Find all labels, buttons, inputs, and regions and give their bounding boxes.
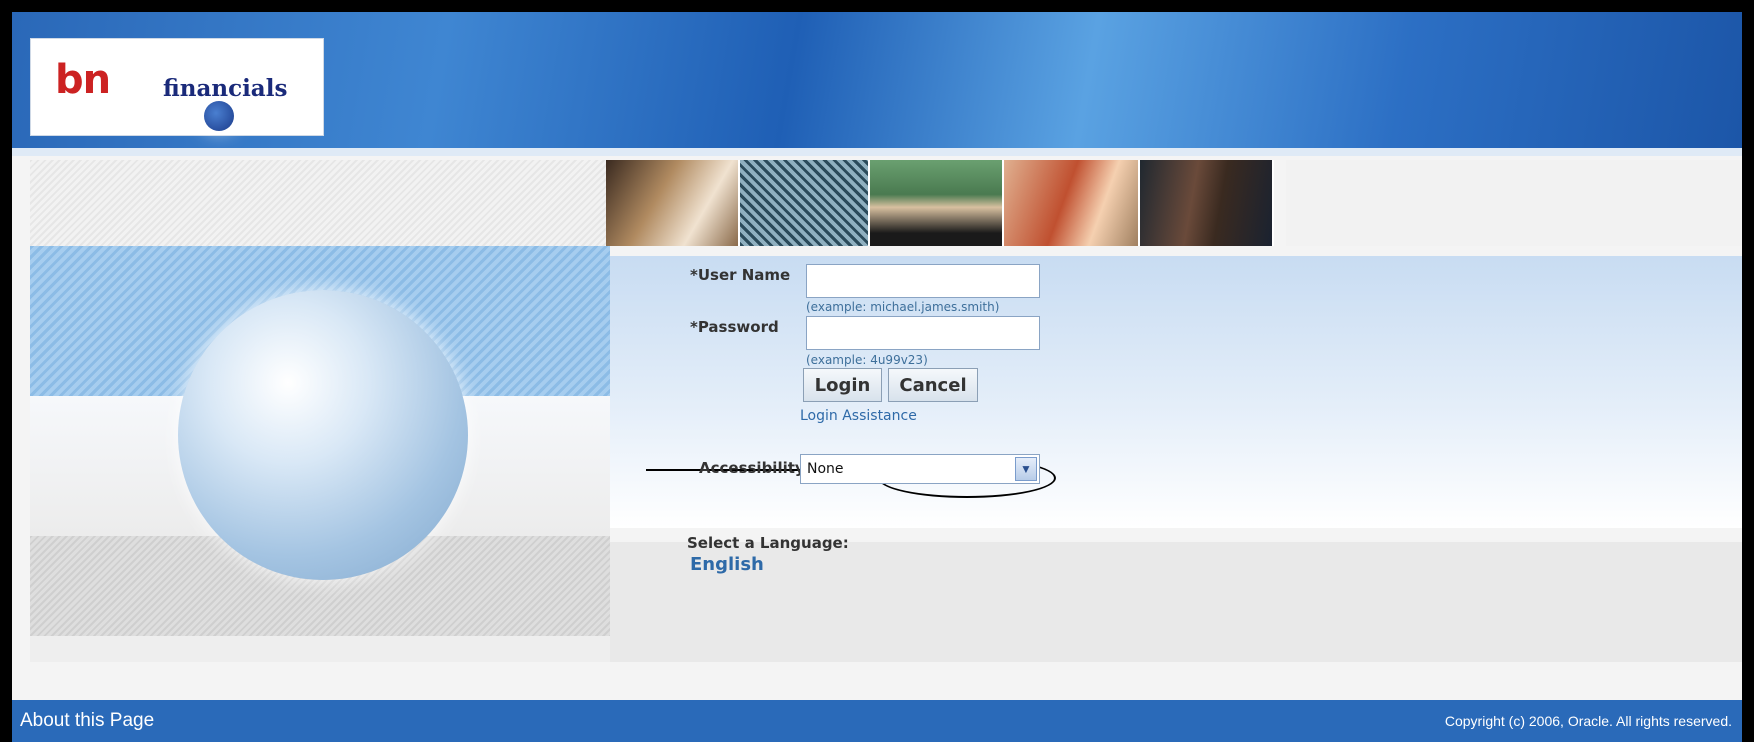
logo-globe-icon bbox=[204, 101, 234, 131]
chevron-down-icon[interactable]: ▼ bbox=[1015, 457, 1037, 481]
band-right bbox=[1286, 160, 1742, 246]
copyright-text: Copyright (c) 2006, Oracle. All rights r… bbox=[1444, 713, 1732, 729]
about-page-link[interactable]: About this Page bbox=[20, 710, 154, 732]
page-container: bn financials *User Name (example: micha… bbox=[12, 12, 1742, 742]
username-input[interactable] bbox=[806, 264, 1040, 298]
photo-woman-headset bbox=[1004, 160, 1140, 246]
photo-strip bbox=[606, 160, 1286, 246]
select-language-label: Select a Language: bbox=[687, 534, 849, 552]
username-hint: (example: michael.james.smith) bbox=[806, 300, 1000, 314]
header-divider bbox=[12, 148, 1742, 156]
password-input[interactable] bbox=[806, 316, 1040, 350]
accessibility-label: Accessibility bbox=[699, 459, 805, 477]
logo-letter-b: b bbox=[55, 57, 84, 103]
cancel-button[interactable]: Cancel bbox=[888, 368, 978, 402]
logo-text: financials bbox=[163, 75, 288, 102]
accessibility-selected-value: None bbox=[807, 461, 844, 477]
login-button[interactable]: Login bbox=[803, 368, 882, 402]
hatch-band-left bbox=[30, 160, 610, 246]
photo-business-people bbox=[606, 160, 740, 246]
company-logo: bn financials bbox=[30, 38, 324, 136]
photo-transmission-tower bbox=[740, 160, 870, 246]
globe-image bbox=[178, 290, 468, 580]
language-panel bbox=[610, 542, 1742, 662]
login-assistance-link[interactable]: Login Assistance bbox=[800, 408, 917, 424]
left-bottom-band bbox=[30, 636, 610, 662]
photo-businessman bbox=[1140, 160, 1274, 246]
photo-man-at-computer bbox=[870, 160, 1004, 246]
logo-letter-n: n bbox=[82, 57, 112, 103]
username-label: *User Name bbox=[690, 266, 791, 284]
accessibility-select[interactable]: None ▼ bbox=[800, 454, 1040, 484]
login-panel bbox=[610, 256, 1742, 528]
password-label: *Password bbox=[690, 318, 779, 336]
globe-panel bbox=[30, 246, 610, 636]
password-hint: (example: 4u99v23) bbox=[806, 353, 928, 367]
language-english-link[interactable]: English bbox=[690, 554, 764, 575]
window-frame: bn financials *User Name (example: micha… bbox=[0, 0, 1754, 742]
footer-bar: About this Page Copyright (c) 2006, Orac… bbox=[12, 700, 1742, 742]
logo-mark: bn bbox=[55, 57, 234, 131]
